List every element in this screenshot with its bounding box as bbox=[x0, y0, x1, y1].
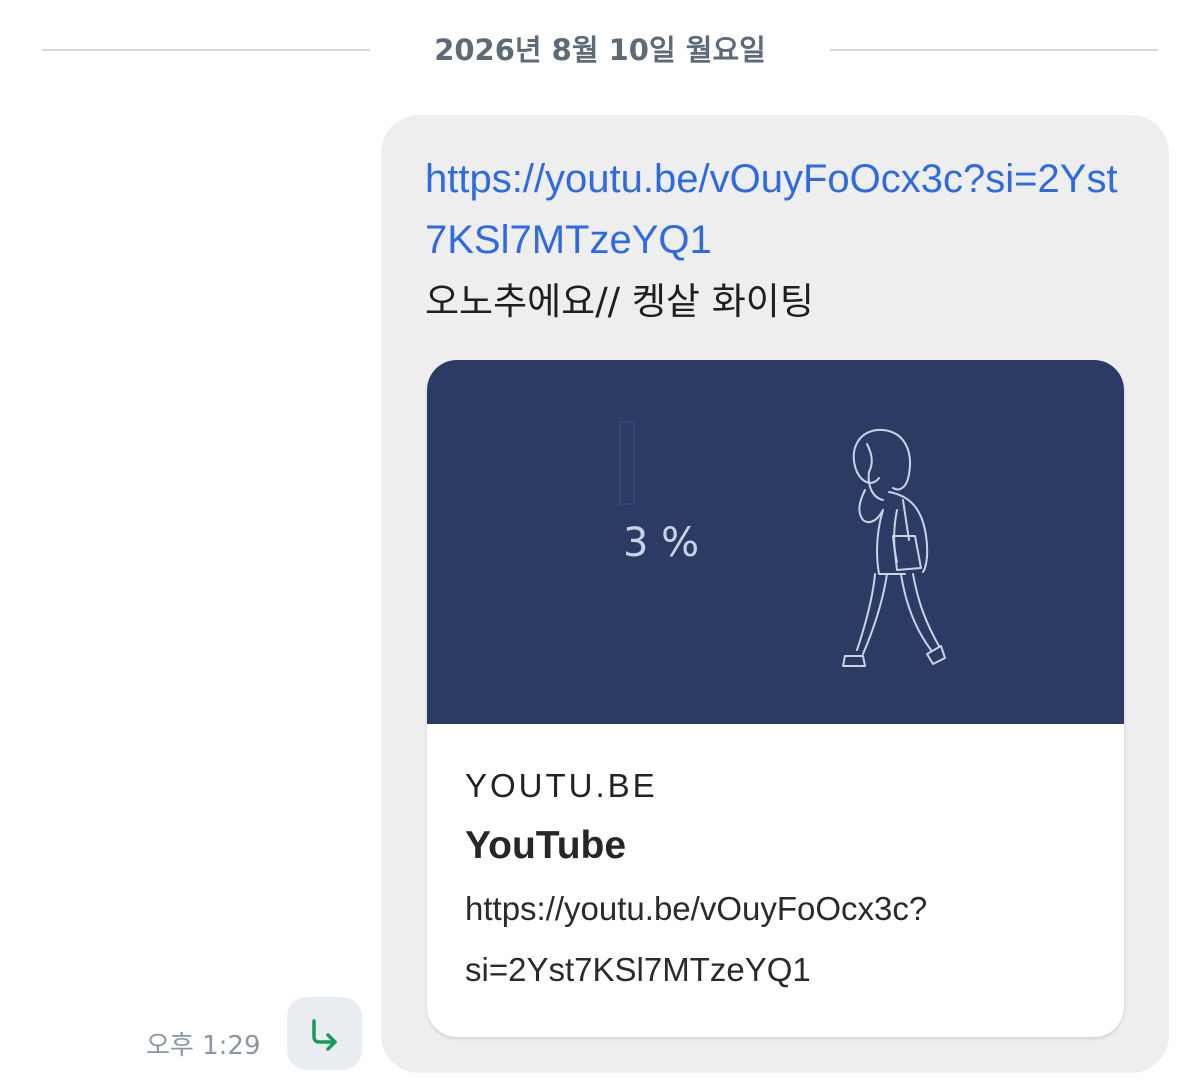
girl-line-art bbox=[842, 428, 946, 667]
link-preview-title: YouTube bbox=[465, 824, 627, 867]
link-preview-url: https://youtu.be/vOuyFoOcx3c? si=2Yst7KS… bbox=[465, 878, 1045, 1000]
date-divider: 2026년 8월 10일 월요일 bbox=[42, 28, 1158, 72]
link-preview-card[interactable]: 3 % YOUTU.BE YouTube https://youtu.be/vO… bbox=[427, 360, 1124, 1037]
date-divider-line-right bbox=[830, 49, 1158, 51]
thumbnail-percent-text: 3 % bbox=[623, 520, 699, 566]
message-text: 오노추에요// 켕샅 화이팅 bbox=[425, 280, 814, 323]
message-bubble[interactable]: https://youtu.be/vOuyFoOcx3c? si=2Yst7KSl… bbox=[381, 115, 1169, 1073]
message-link[interactable]: https://youtu.be/vOuyFoOcx3c?si=2Yst7KSl… bbox=[425, 149, 1125, 271]
walking-girl-illustration: 3 % bbox=[619, 421, 946, 667]
share-button[interactable] bbox=[287, 997, 362, 1070]
link-preview-thumbnail[interactable]: 3 % bbox=[427, 360, 1124, 724]
forward-arrow-icon bbox=[312, 1019, 337, 1051]
link-preview-url-line1: https://youtu.be/vOuyFoOcx3c? bbox=[465, 890, 928, 927]
message-timestamp: 오후 1:29 bbox=[146, 1031, 261, 1061]
battery-outline-shape bbox=[619, 421, 635, 505]
link-preview-url-line2: si=2Yst7KSl7MTzeYQ1 bbox=[465, 951, 811, 988]
link-preview-domain: YOUTU.BE bbox=[465, 767, 658, 804]
chat-view: 2026년 8월 10일 월요일 https://youtu.be/vOuyFo… bbox=[0, 0, 1200, 1079]
